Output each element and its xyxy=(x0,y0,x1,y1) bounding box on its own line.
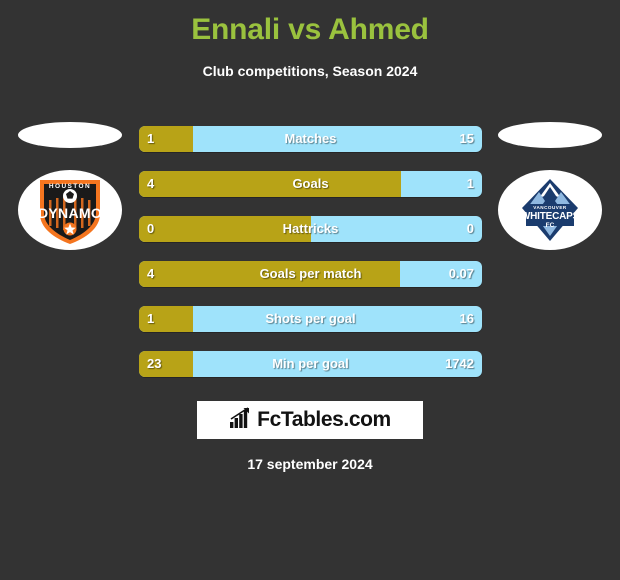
stat-label: Min per goal xyxy=(272,356,349,371)
away-team-logo-column: VANCOUVER WHITECAPS FC xyxy=(480,118,620,278)
away-value: 16 xyxy=(459,311,474,326)
away-value: 1742 xyxy=(445,356,474,371)
svg-text:WHITECAPS: WHITECAPS xyxy=(521,211,580,222)
stat-bars: 1 Matches 15 4 Goals 1 0 Hattricks 0 4 G… xyxy=(139,126,482,396)
stat-label: Shots per goal xyxy=(265,311,356,326)
svg-text:VANCOUVER: VANCOUVER xyxy=(533,205,567,210)
stat-row-shots-per-goal: 1 Shots per goal 16 xyxy=(139,306,482,332)
brand-name: FcTables.com xyxy=(257,408,391,431)
page-subtitle: Club competitions, Season 2024 xyxy=(202,63,418,79)
svg-text:FC: FC xyxy=(546,222,555,229)
stat-label: Goals xyxy=(292,176,329,191)
home-team-crest: HOUSTON DYNAMO xyxy=(18,170,122,250)
away-value: 0 xyxy=(466,221,474,236)
page-title: Ennali vs Ahmed xyxy=(191,13,429,46)
home-placeholder-ellipse xyxy=(18,122,122,148)
stat-row-hattricks: 0 Hattricks 0 xyxy=(139,216,482,242)
stat-row-matches: 1 Matches 15 xyxy=(139,126,482,152)
away-value: 15 xyxy=(459,131,474,146)
away-value: 1 xyxy=(466,176,474,191)
away-value: 0.07 xyxy=(448,266,474,281)
fctables-brand-plate[interactable]: FcTables.com xyxy=(197,401,423,439)
away-team-crest: VANCOUVER WHITECAPS FC xyxy=(498,170,602,250)
stat-label: Hattricks xyxy=(282,221,339,236)
home-team-logo-column: HOUSTON DYNAMO xyxy=(0,118,140,278)
stat-row-goals-per-match: 4 Goals per match 0.07 xyxy=(139,261,482,287)
houston-dynamo-crest-icon: HOUSTON DYNAMO xyxy=(32,174,108,246)
svg-text:HOUSTON: HOUSTON xyxy=(49,183,91,190)
bar-chart-icon xyxy=(229,406,251,434)
stat-row-min-per-goal: 23 Min per goal 1742 xyxy=(139,351,482,377)
comparison-infographic: Ennali vs Ahmed Club competitions, Seaso… xyxy=(0,0,620,580)
away-placeholder-ellipse xyxy=(498,122,602,148)
report-date: 17 september 2024 xyxy=(247,456,373,472)
stat-label: Goals per match xyxy=(259,266,362,281)
vancouver-whitecaps-crest-icon: VANCOUVER WHITECAPS FC xyxy=(515,174,585,246)
svg-text:DYNAMO: DYNAMO xyxy=(38,205,102,221)
stat-row-goals: 4 Goals 1 xyxy=(139,171,482,197)
stat-label: Matches xyxy=(284,131,337,146)
